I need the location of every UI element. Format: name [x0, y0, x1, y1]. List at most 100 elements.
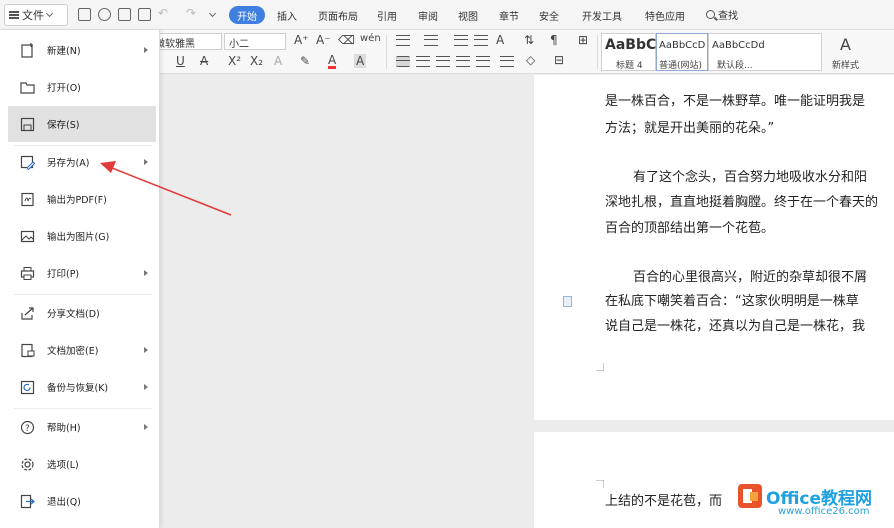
page-corner-mark	[596, 480, 604, 488]
new-style-icon[interactable]: A	[840, 35, 851, 54]
encrypt-icon	[21, 343, 35, 357]
strikethrough-icon[interactable]: A	[200, 54, 208, 68]
file-menu-button[interactable]: 文件	[4, 4, 68, 26]
tab-home-label: 开始	[237, 11, 257, 23]
text-effect-icon[interactable]: A	[274, 54, 282, 68]
tab-references[interactable]: 引用	[377, 8, 397, 23]
menu-item-export-image[interactable]: 输出为图片(G)	[8, 218, 156, 254]
style-normal-web[interactable]: AaBbCcD 普通(网站)	[656, 33, 708, 71]
quick-access-more-icon[interactable]	[208, 9, 217, 18]
tab-page-layout[interactable]: 页面布局	[318, 8, 358, 23]
chinese-layout-icon[interactable]: A	[496, 33, 504, 47]
submenu-arrow-icon	[144, 47, 148, 53]
print-preview-icon[interactable]	[138, 8, 151, 21]
doc-text-line[interactable]: 说自己是一株花，还真以为自己是一株花，我	[605, 316, 865, 338]
numbered-list-icon[interactable]	[424, 35, 438, 46]
new-style-button[interactable]: 新样式	[832, 58, 859, 71]
doc-text-line[interactable]: 有了这个念头，百合努力地吸收水分和阳	[633, 167, 867, 189]
style-default-paragraph[interactable]: AaBbCcDd 默认段...	[708, 33, 822, 71]
menu-item-new[interactable]: 新建(N)	[8, 32, 156, 68]
tab-developer[interactable]: 开发工具	[582, 8, 622, 23]
decrease-indent-icon[interactable]	[454, 35, 468, 46]
align-center-icon[interactable]	[416, 56, 430, 67]
chevron-down-icon	[45, 9, 54, 18]
tab-security[interactable]: 安全	[539, 8, 559, 23]
increase-indent-icon[interactable]	[474, 35, 488, 46]
image-icon	[20, 230, 35, 242]
tab-section[interactable]: 章节	[499, 8, 519, 23]
doc-text-line[interactable]: 百合的顶部结出第一个花苞。	[605, 218, 774, 240]
svg-text:?: ?	[25, 424, 30, 434]
clear-format-icon[interactable]: ⌫	[338, 33, 355, 47]
format-painter-icon[interactable]	[98, 8, 111, 21]
underline-icon[interactable]: U	[176, 54, 185, 68]
menu-item-exit[interactable]: 退出(Q)	[8, 483, 156, 519]
char-shading-icon[interactable]: A	[354, 54, 367, 68]
style-heading4[interactable]: AaBbC 标题 4	[601, 33, 656, 71]
menu-item-export-pdf[interactable]: 输出为PDF(F)	[8, 181, 156, 217]
ribbon-separator	[597, 35, 598, 69]
doc-text-line[interactable]: 是一株百合，不是一株野草。唯一能证明我是	[605, 91, 865, 113]
menu-item-save[interactable]: 保存(S)	[8, 106, 156, 142]
doc-text-line[interactable]: 百合的心里很高兴，附近的杂草却很不屑	[633, 267, 867, 289]
backup-icon	[20, 380, 35, 394]
align-right-icon[interactable]	[436, 56, 450, 67]
shrink-font-icon[interactable]: A⁻	[316, 33, 331, 47]
line-spacing-icon[interactable]	[500, 56, 514, 67]
file-menu-panel: 新建(N) 打开(O) 保存(S) 另存为(A) 输出为PDF(F) 输出为图片…	[0, 30, 160, 528]
menu-item-label: 帮助(H)	[47, 423, 81, 434]
font-size-select[interactable]: 小二	[224, 33, 286, 50]
align-left-icon[interactable]	[396, 56, 410, 67]
menu-item-print[interactable]: 打印(P)	[8, 255, 156, 291]
tab-review[interactable]: 审阅	[418, 8, 438, 23]
sort-icon[interactable]: ⇅	[524, 33, 534, 47]
redo-icon[interactable]: ↷	[186, 6, 196, 20]
submenu-arrow-icon	[144, 347, 148, 353]
doc-text-line[interactable]: 在私底下嘲笑着百合：“这家伙明明是一株草	[605, 291, 859, 313]
new-doc-icon	[21, 42, 33, 58]
table-borders-icon[interactable]: ⊞	[578, 33, 588, 47]
style-sample: AaBbC	[605, 37, 657, 53]
menu-item-options[interactable]: 选项(L)	[8, 446, 156, 482]
tab-home[interactable]: 开始	[229, 6, 265, 24]
undo-icon[interactable]: ↶	[158, 6, 168, 20]
page-corner-mark	[596, 363, 604, 371]
print-icon[interactable]	[118, 8, 131, 21]
menu-item-encrypt[interactable]: 文档加密(E)	[8, 332, 156, 368]
menu-item-share[interactable]: 分享文档(D)	[8, 295, 156, 331]
share-icon	[21, 306, 34, 320]
save-icon[interactable]	[78, 8, 91, 21]
submenu-arrow-icon	[144, 270, 148, 276]
hamburger-icon	[9, 11, 19, 19]
pdf-icon	[21, 192, 34, 206]
menu-item-help[interactable]: ? 帮助(H)	[8, 409, 156, 445]
exit-icon	[20, 494, 35, 508]
paragraph-marker-icon[interactable]	[563, 296, 572, 307]
grow-font-icon[interactable]: A⁺	[294, 33, 309, 47]
tab-view[interactable]: 视图	[458, 8, 478, 23]
doc-text-line[interactable]: 深地扎根，直直地挺着胸膛。终于在一个春天的	[605, 192, 878, 214]
phonetic-icon[interactable]: wén	[360, 33, 381, 44]
borders-icon[interactable]: ⊟	[554, 53, 564, 67]
subscript-icon[interactable]: X₂	[250, 54, 263, 68]
justify-icon[interactable]	[456, 56, 470, 67]
menu-item-save-as[interactable]: 另存为(A)	[8, 144, 156, 180]
superscript-icon[interactable]: X²	[228, 54, 241, 68]
tab-insert[interactable]: 插入	[277, 8, 297, 23]
menu-item-backup[interactable]: 备份与恢复(K)	[8, 369, 156, 405]
distributed-align-icon[interactable]	[476, 56, 490, 67]
save-icon	[20, 117, 35, 131]
search-command[interactable]: 查找	[706, 7, 738, 22]
doc-text-line[interactable]: 上结的不是花苞，而	[605, 491, 722, 513]
show-hide-marks-icon[interactable]: ¶	[550, 33, 558, 47]
bullet-list-icon[interactable]	[396, 35, 410, 46]
submenu-arrow-icon	[144, 424, 148, 430]
font-color-icon[interactable]: A	[328, 54, 337, 69]
menu-item-open[interactable]: 打开(O)	[8, 69, 156, 105]
shading-icon[interactable]: ◇	[526, 53, 535, 67]
doc-text-line[interactable]: 方法；就是开出美丽的花朵。”	[605, 118, 774, 140]
tab-features[interactable]: 特色应用	[645, 8, 685, 23]
highlight-icon[interactable]: ✎	[300, 54, 310, 68]
menu-bar: 文件 ↶ ↷ 开始 插入 页面布局 引用 审阅 视图 章节 安全 开发工具 特色…	[0, 0, 894, 30]
font-name-select[interactable]: 微软雅黑	[150, 33, 222, 50]
